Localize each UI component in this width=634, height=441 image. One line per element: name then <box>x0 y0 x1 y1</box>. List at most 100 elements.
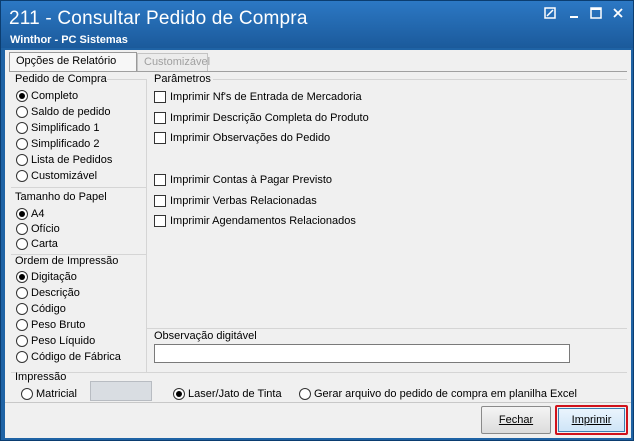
radio-icon[interactable] <box>16 286 28 299</box>
tamanho-do-papel-title: Tamanho do Papel <box>15 191 107 203</box>
check-contas-pagar[interactable]: Imprimir Contas à Pagar Previsto <box>154 172 332 187</box>
radio-icon[interactable] <box>16 334 28 347</box>
radio-label: A4 <box>31 207 45 220</box>
check-observacoes-pedido[interactable]: Imprimir Observações do Pedido <box>154 130 330 145</box>
radio-icon[interactable] <box>16 89 28 102</box>
radio-label: Descrição <box>31 286 80 299</box>
radio-label: Lista de Pedidos <box>31 153 113 166</box>
imprimir-button-face[interactable]: Imprimir <box>558 408 625 432</box>
radio-icon[interactable] <box>16 207 28 220</box>
fechar-label: Fechar <box>498 414 534 426</box>
checkbox-label: Imprimir Nf's de Entrada de Mercadoria <box>170 90 362 103</box>
app-window: 211 - Consultar Pedido de Compra Winthor… <box>0 0 634 441</box>
minimize-icon[interactable] <box>565 7 583 23</box>
radio-pedido-customizavel[interactable]: Customizável <box>16 168 97 183</box>
radio-label: Peso Bruto <box>31 318 86 331</box>
title-bar: 211 - Consultar Pedido de Compra Winthor… <box>1 1 633 48</box>
radio-ordem-peso-liquido[interactable]: Peso Líquido <box>16 333 95 348</box>
radio-label: Matricial <box>36 387 77 400</box>
radio-impressao-excel[interactable]: Gerar arquivo do pedido de compra em pla… <box>299 386 577 401</box>
radio-label: Saldo de pedido <box>31 105 111 118</box>
radio-papel-carta[interactable]: Carta <box>16 236 58 251</box>
tab-opcoes-de-relatorio[interactable]: Opções de Relatório <box>9 52 137 72</box>
radio-icon[interactable] <box>16 237 28 250</box>
radio-pedido-saldo[interactable]: Saldo de pedido <box>16 104 111 119</box>
radio-pedido-simplificado-2[interactable]: Simplificado 2 <box>16 136 99 151</box>
radio-label: Customizável <box>31 169 98 182</box>
close-icon[interactable] <box>609 7 627 23</box>
group-divider <box>213 79 627 80</box>
radio-icon[interactable] <box>16 318 28 331</box>
check-descricao-completa[interactable]: Imprimir Descrição Completa do Produto <box>154 110 369 125</box>
radio-icon[interactable] <box>299 387 311 400</box>
radio-ordem-codigo-fabrica[interactable]: Código de Fábrica <box>16 349 121 364</box>
client-area: Opções de Relatório Customizável Pedido … <box>5 50 631 438</box>
radio-icon[interactable] <box>16 350 28 363</box>
footer-divider <box>5 402 631 403</box>
radio-icon[interactable] <box>16 137 28 150</box>
radio-pedido-lista[interactable]: Lista de Pedidos <box>16 152 112 167</box>
radio-papel-oficio[interactable]: Ofício <box>16 221 60 236</box>
radio-label: Ofício <box>31 222 60 235</box>
check-nfs-entrada[interactable]: Imprimir Nf's de Entrada de Mercadoria <box>154 89 362 104</box>
group-divider <box>147 328 627 329</box>
radio-icon[interactable] <box>16 222 28 235</box>
radio-impressao-matricial[interactable]: Matricial <box>21 386 77 401</box>
tab-divider <box>9 71 627 72</box>
imprimir-label: Imprimir <box>571 414 612 426</box>
radio-label: Digitação <box>31 270 77 283</box>
radio-icon[interactable] <box>21 387 33 400</box>
checkbox-label: Imprimir Agendamentos Relacionados <box>170 214 356 227</box>
radio-papel-a4[interactable]: A4 <box>16 206 44 221</box>
checkbox-icon[interactable] <box>154 194 166 207</box>
radio-ordem-peso-bruto[interactable]: Peso Bruto <box>16 317 85 332</box>
checkbox-icon[interactable] <box>154 90 166 103</box>
group-divider <box>11 187 146 188</box>
checkbox-icon[interactable] <box>154 111 166 124</box>
checkbox-label: Imprimir Contas à Pagar Previsto <box>170 173 332 186</box>
radio-icon[interactable] <box>173 387 185 400</box>
maximize-icon[interactable] <box>587 7 605 23</box>
check-agendamentos[interactable]: Imprimir Agendamentos Relacionados <box>154 213 356 228</box>
radio-icon[interactable] <box>16 121 28 134</box>
window-subtitle: Winthor - PC Sistemas <box>10 34 128 46</box>
radio-label: Gerar arquivo do pedido de compra em pla… <box>314 387 577 400</box>
radio-ordem-codigo[interactable]: Código <box>16 301 66 316</box>
checkbox-label: Imprimir Verbas Relacionadas <box>170 194 317 207</box>
radio-icon[interactable] <box>16 105 28 118</box>
radio-ordem-descricao[interactable]: Descrição <box>16 285 80 300</box>
restore-icon[interactable] <box>541 7 559 23</box>
radio-label: Código de Fábrica <box>31 350 121 363</box>
radio-label: Código <box>31 302 66 315</box>
radio-label: Carta <box>31 237 58 250</box>
radio-impressao-laser[interactable]: Laser/Jato de Tinta <box>173 386 282 401</box>
check-verbas[interactable]: Imprimir Verbas Relacionadas <box>154 193 317 208</box>
radio-label: Simplificado 2 <box>31 137 100 150</box>
parametros-title: Parâmetros <box>154 73 211 85</box>
ordem-de-impressao-title: Ordem de Impressão <box>15 255 119 267</box>
checkbox-label: Imprimir Observações do Pedido <box>170 131 331 144</box>
group-divider <box>107 79 147 80</box>
fechar-button[interactable]: Fechar <box>481 406 551 434</box>
pedido-de-compra-title: Pedido de Compra <box>15 73 107 85</box>
observacao-input[interactable] <box>154 344 570 363</box>
radio-pedido-simplificado-1[interactable]: Simplificado 1 <box>16 120 99 135</box>
checkbox-icon[interactable] <box>154 173 166 186</box>
radio-label: Peso Líquido <box>31 334 96 347</box>
impressao-title: Impressão <box>15 371 67 383</box>
radio-pedido-completo[interactable]: Completo <box>16 88 78 103</box>
radio-label: Simplificado 1 <box>31 121 100 134</box>
checkbox-icon[interactable] <box>154 214 166 227</box>
imprimir-button[interactable]: Imprimir <box>555 405 628 435</box>
matricial-field <box>90 381 152 401</box>
checkbox-icon[interactable] <box>154 131 166 144</box>
radio-icon[interactable] <box>16 270 28 283</box>
radio-ordem-digitacao[interactable]: Digitação <box>16 269 77 284</box>
tab-customizavel[interactable]: Customizável <box>137 53 210 71</box>
window-title: 211 - Consultar Pedido de Compra <box>9 8 308 29</box>
radio-icon[interactable] <box>16 169 28 182</box>
radio-icon[interactable] <box>16 302 28 315</box>
radio-label: Laser/Jato de Tinta <box>188 387 282 400</box>
radio-icon[interactable] <box>16 153 28 166</box>
radio-label: Completo <box>31 89 79 102</box>
